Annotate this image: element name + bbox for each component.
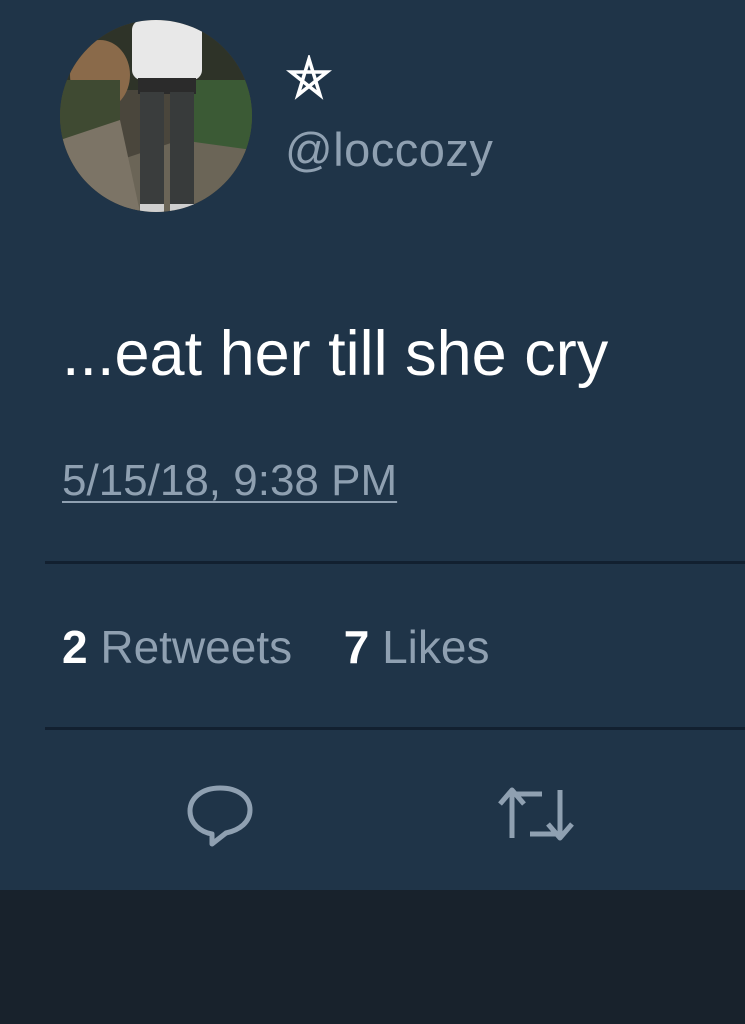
reply-icon (187, 785, 253, 847)
retweets-label: Retweets (100, 621, 293, 673)
tweet-card: @loccozy ...eat her till she cry 5/15/18… (0, 0, 745, 890)
likes-label: Likes (382, 621, 490, 673)
retweets-stat[interactable]: 2 Retweets (62, 621, 305, 673)
likes-stat[interactable]: 7 Likes (344, 621, 490, 673)
pentagram-icon (285, 55, 333, 100)
retweet-button[interactable] (494, 778, 574, 850)
avatar-photo (60, 20, 252, 212)
divider (45, 561, 745, 564)
reply-button[interactable] (184, 778, 256, 850)
tweet-stats: 2 Retweets 7 Likes (62, 620, 489, 674)
retweet-icon (498, 787, 574, 841)
retweets-count: 2 (62, 621, 88, 673)
tweet-text: ...eat her till she cry (62, 319, 609, 389)
likes-count: 7 (343, 621, 370, 673)
tweet-timestamp[interactable]: 5/15/18, 9:38 PM (62, 456, 397, 506)
user-handle[interactable]: @loccozy (285, 122, 493, 177)
bottom-bar (0, 890, 745, 1024)
divider (45, 727, 745, 730)
avatar[interactable] (60, 20, 252, 212)
